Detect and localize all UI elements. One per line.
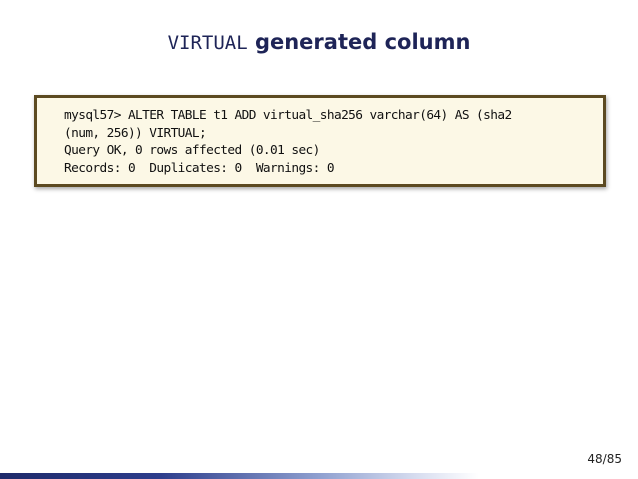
code-block: mysql57> ALTER TABLE t1 ADD virtual_sha2…: [34, 95, 606, 187]
code-line: Query OK, 0 rows affected (0.01 sec): [64, 143, 320, 158]
code-line: mysql57> ALTER TABLE t1 ADD virtual_sha2…: [64, 108, 512, 123]
slide-title-text: generated column: [247, 30, 471, 54]
code-line: (num, 256)) VIRTUAL;: [64, 125, 207, 141]
slide-title-code: VIRTUAL: [167, 32, 248, 54]
footer-bar: [0, 473, 638, 479]
slide-title: VIRTUAL generated column: [0, 30, 638, 54]
code-line: Records: 0 Duplicates: 0 Warnings: 0: [64, 160, 335, 176]
page-number: 48/85: [587, 452, 622, 466]
code-content: mysql57> ALTER TABLE t1 ADD virtual_sha2…: [64, 107, 603, 177]
